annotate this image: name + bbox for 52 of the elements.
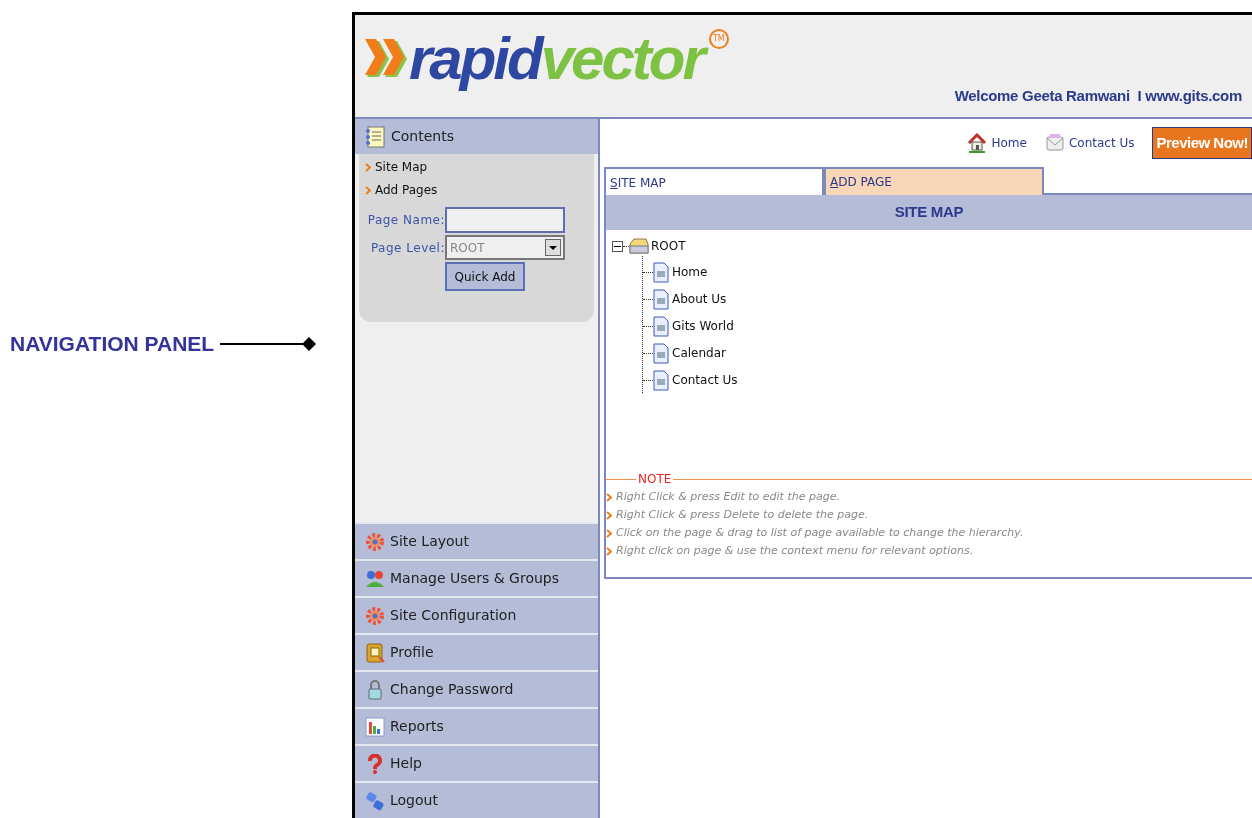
envelope-icon <box>1044 133 1065 153</box>
welcome-text: Welcome Geeta Ramwani I www.gits.com <box>954 85 1242 106</box>
field-label: Page Level: <box>369 239 445 257</box>
tab[interactable]: SITE MAP <box>604 167 824 197</box>
sidebar-link[interactable]: Site Map <box>375 158 428 176</box>
tree-node[interactable]: Gits World <box>672 317 734 335</box>
trademark-mark: TM <box>708 29 729 49</box>
nav-item[interactable]: Site Layout <box>355 522 598 559</box>
nav-item[interactable]: Profile <box>355 633 598 670</box>
field-label: Page Name: <box>366 212 445 229</box>
tab[interactable]: ADD PAGE <box>824 167 1044 195</box>
nav-item[interactable]: Site Configuration <box>355 596 598 633</box>
folder-icon <box>629 236 649 256</box>
collapse-toggle-icon[interactable] <box>612 240 623 252</box>
note-title: NOTE <box>637 471 673 488</box>
page-icon <box>653 315 669 337</box>
page-icon <box>653 369 669 391</box>
contents-title: Contents <box>391 127 454 146</box>
gear-icon <box>365 531 385 552</box>
toolbar-link[interactable]: Contact Us <box>1044 133 1135 153</box>
tree-node[interactable]: Calendar <box>672 344 726 362</box>
page-icon <box>653 342 669 364</box>
nav-item[interactable]: Manage Users & Groups <box>355 559 598 596</box>
note-text: Right Click & press Delete to delete the page. <box>616 506 869 523</box>
nav-item[interactable]: Logout <box>355 781 598 818</box>
nav-item[interactable]: Help <box>355 744 598 781</box>
nav-item[interactable]: Reports <box>355 707 598 744</box>
profile-book-icon <box>365 642 385 663</box>
house-icon <box>967 133 988 153</box>
toolbar-link[interactable]: Home <box>967 133 1027 153</box>
tree-node[interactable]: Home <box>672 263 708 281</box>
tree-node[interactable]: ROOT <box>651 237 686 255</box>
note-text: Click on the page & drag to list of page available to change the hierarchy. <box>616 524 1024 541</box>
note-text: Right Click & press Edit to edit the page. <box>616 488 840 505</box>
quick-add-button[interactable]: Quick Add <box>445 262 525 291</box>
annotation-label: NAVIGATION PANEL <box>10 330 215 357</box>
notepad-icon <box>365 125 385 148</box>
question-mark-icon <box>365 753 385 774</box>
gear-icon <box>365 605 385 626</box>
sidebar-link[interactable]: Add Pages <box>375 181 438 199</box>
note-text: Right click on page & use the context menu for relevant options. <box>616 542 974 559</box>
page-icon <box>653 261 669 283</box>
tree-node[interactable]: Contact Us <box>672 371 738 389</box>
bar-chart-icon <box>365 716 385 737</box>
nav-item[interactable]: Change Password <box>355 670 598 707</box>
logout-icon <box>365 790 385 811</box>
panel-title: SITE MAP <box>606 195 1252 230</box>
padlock-icon <box>365 679 385 700</box>
users-icon <box>365 568 385 589</box>
page-icon <box>653 288 669 310</box>
tree-node[interactable]: About Us <box>672 290 727 308</box>
page-name-field[interactable] <box>445 207 565 233</box>
